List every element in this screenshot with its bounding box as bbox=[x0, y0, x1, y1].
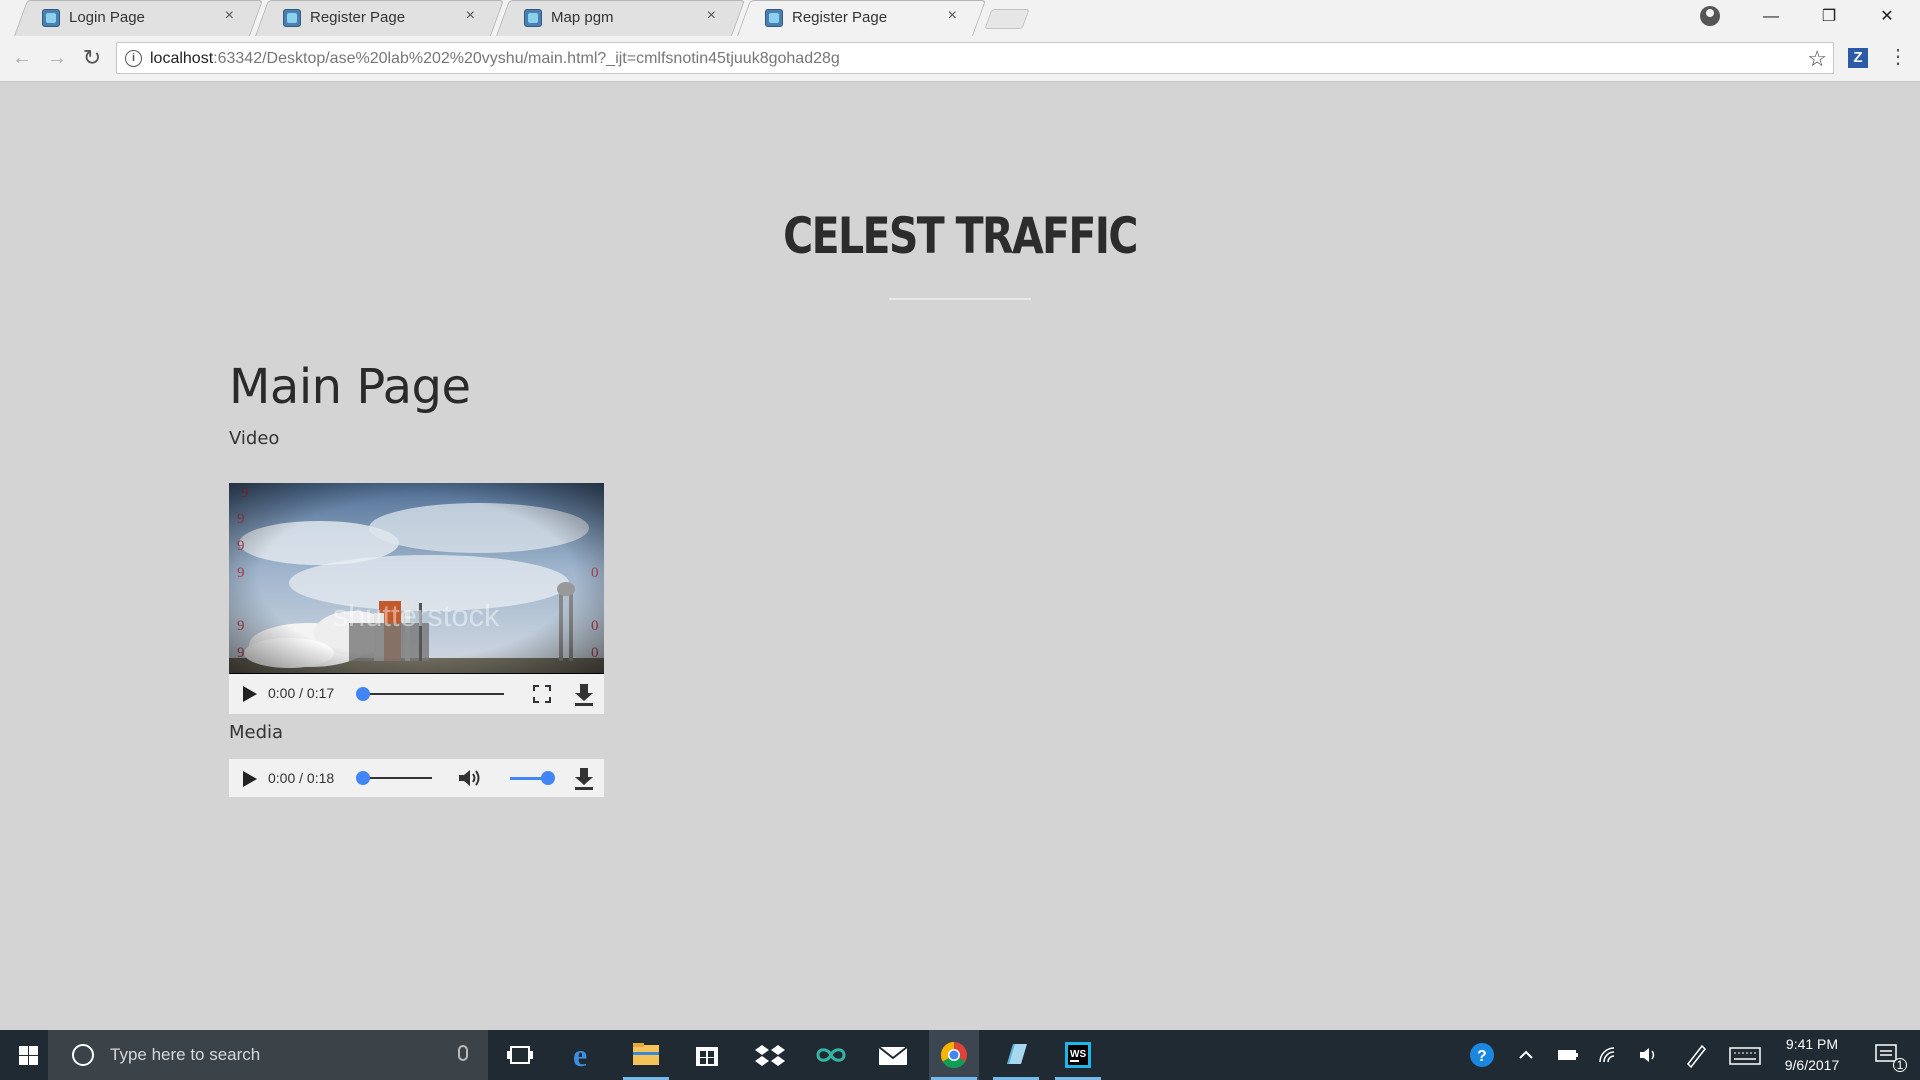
close-window-button[interactable]: ✕ bbox=[1858, 0, 1916, 36]
chrome-icon[interactable] bbox=[929, 1030, 979, 1080]
webstorm-favicon-icon bbox=[42, 9, 60, 27]
battery-icon[interactable] bbox=[1552, 1030, 1584, 1080]
cortana-icon[interactable] bbox=[72, 1044, 94, 1066]
audio-seek-bar[interactable] bbox=[356, 771, 432, 785]
back-button[interactable]: ← bbox=[8, 44, 36, 72]
network-icon[interactable] bbox=[1594, 1030, 1626, 1080]
tab-map-pgm[interactable]: Map pgm × bbox=[496, 0, 746, 36]
start-button[interactable] bbox=[0, 1030, 48, 1080]
play-icon[interactable] bbox=[243, 771, 257, 787]
webstorm-icon[interactable]: WS bbox=[1053, 1030, 1103, 1080]
play-icon[interactable] bbox=[243, 686, 257, 702]
page-title: Main Page bbox=[229, 359, 471, 415]
notification-badge: 1 bbox=[1893, 1058, 1907, 1072]
infinity-app-icon[interactable] bbox=[806, 1030, 856, 1080]
url-path: :63342/Desktop/ase%20lab%202%20vyshu/mai… bbox=[213, 50, 840, 67]
new-tab-button[interactable] bbox=[984, 9, 1030, 29]
tab-strip: Login Page × Register Page × Map pgm × R… bbox=[0, 0, 1920, 36]
tab-title: Map pgm bbox=[551, 9, 614, 26]
audio-player[interactable]: 0:00 / 0:18 bbox=[229, 759, 604, 797]
speaker-icon[interactable] bbox=[1634, 1030, 1666, 1080]
store-icon[interactable] bbox=[682, 1030, 732, 1080]
download-icon[interactable] bbox=[574, 684, 594, 706]
pen-ink-icon[interactable] bbox=[1680, 1030, 1712, 1080]
heading-divider bbox=[889, 298, 1031, 300]
tab-register-page[interactable]: Register Page × bbox=[255, 0, 505, 36]
seek-knob[interactable] bbox=[356, 687, 370, 701]
close-tab-icon[interactable]: × bbox=[707, 7, 716, 25]
clock-date[interactable]: 9/6/2017 bbox=[1770, 1057, 1854, 1073]
video-frame[interactable]: 9 9 9 9 9 9 0 0 0 shutterstock bbox=[229, 483, 604, 673]
restore-button[interactable]: ❐ bbox=[1800, 0, 1858, 36]
action-center-icon[interactable]: 1 bbox=[1866, 1030, 1910, 1080]
taskbar-search[interactable]: Type here to search bbox=[48, 1030, 488, 1080]
svg-text:?: ? bbox=[1477, 1048, 1487, 1065]
video-thumbnail: 9 9 9 9 9 9 0 0 0 shutterstock bbox=[229, 483, 604, 673]
search-placeholder: Type here to search bbox=[110, 1045, 261, 1064]
video-player[interactable]: 9 9 9 9 9 9 0 0 0 shutterstock 0:00 / 0:… bbox=[229, 483, 604, 714]
extension-z-icon[interactable]: Z bbox=[1848, 48, 1868, 68]
show-hidden-icons-icon[interactable] bbox=[1510, 1030, 1542, 1080]
windows-taskbar: Type here to search e WS ? 9:41 PM 9/6/2… bbox=[0, 1030, 1920, 1080]
tab-register-page-active[interactable]: Register Page × bbox=[737, 0, 987, 36]
video-seek-bar[interactable] bbox=[356, 687, 504, 701]
fullscreen-icon[interactable] bbox=[533, 685, 551, 703]
task-view-icon[interactable] bbox=[495, 1030, 545, 1080]
video-label: Video bbox=[229, 428, 280, 449]
close-tab-icon[interactable]: × bbox=[466, 7, 475, 25]
microphone-icon[interactable] bbox=[458, 1045, 468, 1061]
mail-icon[interactable] bbox=[868, 1030, 918, 1080]
video-controls: 0:00 / 0:17 bbox=[229, 674, 604, 714]
touch-keyboard-icon[interactable] bbox=[1724, 1030, 1768, 1080]
svg-text:WS: WS bbox=[1070, 1049, 1086, 1060]
close-tab-icon[interactable]: × bbox=[225, 7, 234, 25]
notepad-icon[interactable] bbox=[991, 1030, 1041, 1080]
webstorm-favicon-icon bbox=[524, 9, 542, 27]
watermark-text: shutterstock bbox=[332, 598, 500, 633]
brand-heading: CELEST TRAFFIC bbox=[783, 207, 1138, 265]
file-explorer-icon[interactable] bbox=[621, 1030, 671, 1080]
address-bar[interactable]: i localhost:63342/Desktop/ase%20lab%202%… bbox=[116, 42, 1834, 74]
profile-icon[interactable] bbox=[1700, 6, 1720, 26]
site-info-icon[interactable]: i bbox=[125, 50, 142, 67]
reload-button[interactable]: ↻ bbox=[78, 44, 106, 72]
bookmark-star-icon[interactable]: ☆ bbox=[1807, 46, 1827, 72]
forward-button[interactable]: → bbox=[43, 44, 71, 72]
url-host: localhost bbox=[150, 50, 214, 67]
tab-title: Register Page bbox=[310, 9, 406, 26]
seek-knob[interactable] bbox=[356, 771, 370, 785]
webstorm-favicon-icon bbox=[765, 9, 783, 27]
browser-menu-icon[interactable]: ⋮ bbox=[1888, 46, 1908, 70]
clock-time[interactable]: 9:41 PM bbox=[1770, 1036, 1854, 1052]
dropbox-icon[interactable] bbox=[745, 1030, 795, 1080]
help-icon[interactable]: ? bbox=[1462, 1030, 1502, 1080]
audio-time: 0:00 / 0:18 bbox=[268, 770, 335, 786]
media-label: Media bbox=[229, 722, 284, 743]
close-tab-icon[interactable]: × bbox=[948, 7, 957, 25]
svg-text:e: e bbox=[573, 1037, 587, 1073]
url-text[interactable]: localhost:63342/Desktop/ase%20lab%202%20… bbox=[150, 50, 840, 68]
volume-icon[interactable] bbox=[457, 767, 483, 789]
page-content: CELEST TRAFFIC Main Page Video shutterst… bbox=[0, 82, 1920, 1030]
webstorm-favicon-icon bbox=[283, 9, 301, 27]
video-time: 0:00 / 0:17 bbox=[268, 685, 335, 701]
tab-login-page[interactable]: Login Page × bbox=[14, 0, 264, 36]
download-icon[interactable] bbox=[574, 768, 594, 790]
tab-title: Register Page bbox=[792, 9, 888, 26]
volume-slider[interactable] bbox=[510, 771, 555, 785]
minimize-button[interactable]: — bbox=[1742, 0, 1800, 36]
edge-icon[interactable]: e bbox=[559, 1030, 609, 1080]
browser-toolbar: ← → ↻ i localhost:63342/Desktop/ase%20la… bbox=[0, 36, 1920, 82]
volume-knob[interactable] bbox=[541, 771, 555, 785]
tab-title: Login Page bbox=[69, 9, 145, 26]
